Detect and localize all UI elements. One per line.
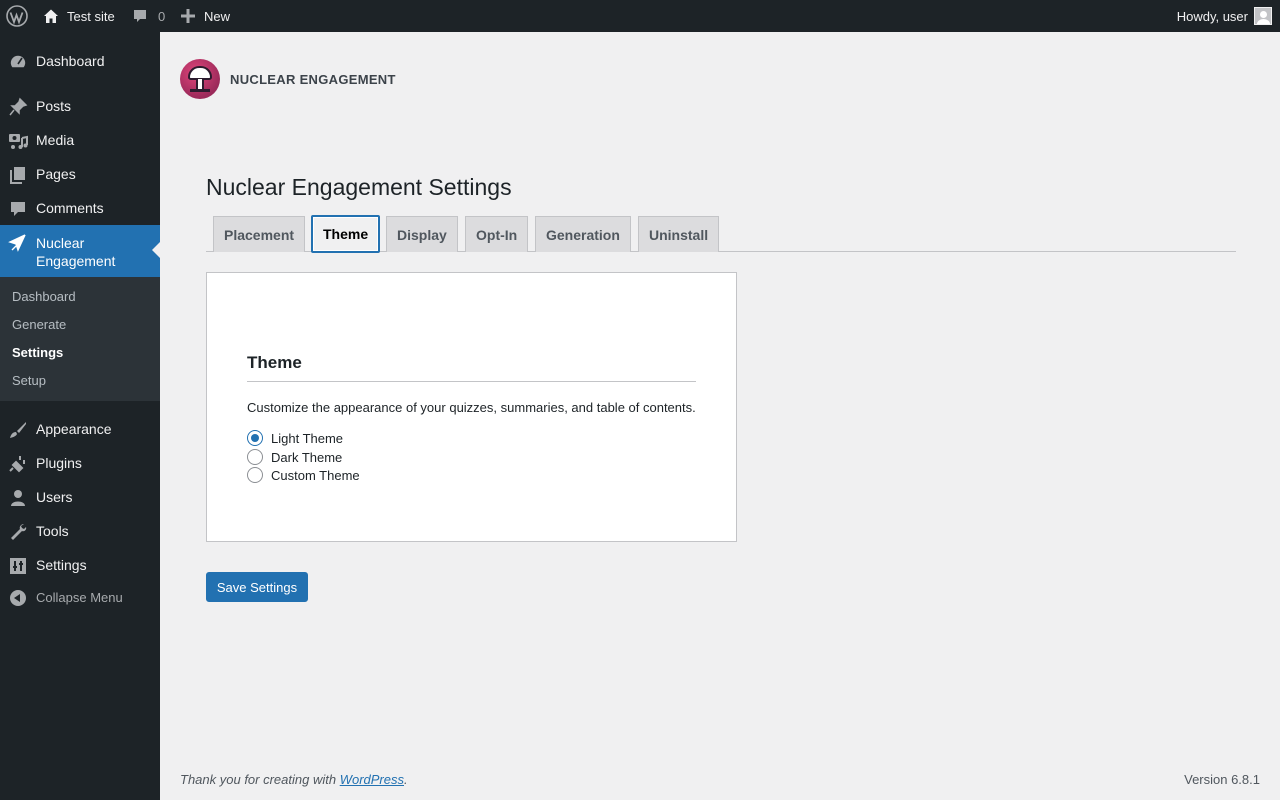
sidebar-item-label: Posts xyxy=(36,98,72,114)
submenu-item-dashboard[interactable]: Dashboard xyxy=(12,289,76,304)
plugin-name: NUCLEAR ENGAGEMENT xyxy=(230,71,396,87)
section-description: Customize the appearance of your quizzes… xyxy=(247,400,696,415)
plugin-logo-icon xyxy=(180,59,220,99)
tab-uninstall[interactable]: Uninstall xyxy=(638,216,720,252)
pages-icon xyxy=(10,167,25,184)
submenu-item-generate[interactable]: Generate xyxy=(12,317,66,332)
submenu-item-setup[interactable]: Setup xyxy=(12,373,46,388)
tab-generation[interactable]: Generation xyxy=(535,216,631,252)
wordpress-link[interactable]: WordPress xyxy=(340,772,404,787)
site-link[interactable]: Test site xyxy=(42,0,115,32)
radio-light-theme[interactable]: Light Theme xyxy=(247,429,343,447)
new-content-link[interactable]: New xyxy=(181,0,230,32)
footer-thanks: Thank you for creating with WordPress. xyxy=(180,772,408,787)
settings-tabs: Placement Theme Display Opt-In Generatio… xyxy=(206,215,1236,253)
version-text: Version 6.8.1 xyxy=(1184,772,1260,787)
divider xyxy=(247,381,696,382)
media-icon xyxy=(9,134,28,149)
sidebar-item-label: Media xyxy=(36,132,75,148)
comment-icon xyxy=(134,10,146,22)
wordpress-logo-icon[interactable] xyxy=(6,0,28,32)
theme-panel: Theme Customize the appearance of your q… xyxy=(206,272,737,542)
sidebar-item-settings[interactable]: Settings xyxy=(0,548,160,582)
sidebar-item-dashboard[interactable]: Dashboard xyxy=(0,44,160,78)
footer-thanks-prefix: Thank you for creating with xyxy=(180,772,340,787)
tab-display[interactable]: Display xyxy=(386,216,458,252)
radio-button[interactable] xyxy=(247,467,263,483)
brush-icon xyxy=(10,422,26,438)
account-menu[interactable]: Howdy, user xyxy=(1177,0,1272,32)
user-icon xyxy=(11,490,25,506)
submenu-item-settings[interactable]: Settings xyxy=(12,345,63,360)
sidebar-item-label: Comments xyxy=(36,200,104,216)
collapse-label: Collapse Menu xyxy=(36,590,123,605)
tab-theme[interactable]: Theme xyxy=(311,215,381,253)
wrench-icon xyxy=(11,524,27,540)
sidebar-item-comments[interactable]: Comments xyxy=(0,191,160,225)
collapse-icon xyxy=(10,590,26,606)
collapse-menu-button[interactable]: Collapse Menu xyxy=(0,581,160,615)
radio-label: Custom Theme xyxy=(271,467,360,483)
sidebar-item-nuclear-engagement[interactable]: Nuclear Engagement xyxy=(0,225,160,277)
radio-button[interactable] xyxy=(247,449,263,465)
admin-sidebar: Dashboard Posts Media Pages Comments Nuc… xyxy=(0,32,160,800)
plus-icon xyxy=(181,9,195,23)
radio-button[interactable] xyxy=(247,430,263,446)
new-label: New xyxy=(204,8,231,24)
sidebar-item-posts[interactable]: Posts xyxy=(0,89,160,123)
sidebar-item-label: Pages xyxy=(36,166,76,182)
radio-custom-theme[interactable]: Custom Theme xyxy=(247,466,360,484)
comment-icon xyxy=(11,202,25,216)
sidebar-item-appearance[interactable]: Appearance xyxy=(0,412,160,446)
tab-opt-in[interactable]: Opt-In xyxy=(465,216,529,252)
sidebar-item-label: Nuclear Engagement xyxy=(36,235,116,269)
sidebar-item-label: Appearance xyxy=(36,421,112,437)
page-title: Nuclear Engagement Settings xyxy=(206,174,512,200)
sidebar-item-plugins[interactable]: Plugins xyxy=(0,446,160,480)
admin-bar: Test site 0 New Howdy, user xyxy=(0,0,1280,32)
site-name: Test site xyxy=(67,8,115,24)
sidebar-item-label: Users xyxy=(36,489,73,505)
radio-dark-theme[interactable]: Dark Theme xyxy=(247,448,342,466)
sidebar-item-users[interactable]: Users xyxy=(0,480,160,514)
pin-icon xyxy=(9,97,28,116)
tab-placement[interactable]: Placement xyxy=(213,216,306,252)
radio-label: Light Theme xyxy=(271,430,344,446)
current-indicator xyxy=(152,242,160,258)
sidebar-item-label: Dashboard xyxy=(36,53,105,69)
plug-icon xyxy=(9,456,25,473)
avatar xyxy=(1254,7,1272,25)
plugin-header: NUCLEAR ENGAGEMENT xyxy=(180,59,396,99)
footer-thanks-suffix: . xyxy=(404,772,408,787)
howdy-text: Howdy, user xyxy=(1176,8,1248,24)
sidebar-item-tools[interactable]: Tools xyxy=(0,514,160,548)
section-heading: Theme xyxy=(247,353,302,372)
home-icon xyxy=(44,9,58,23)
plane-icon xyxy=(8,234,26,252)
radio-label: Dark Theme xyxy=(271,449,343,465)
dashboard-icon xyxy=(9,54,27,69)
comments-count: 0 xyxy=(158,8,166,24)
submenu: Dashboard Generate Settings Setup xyxy=(0,277,160,401)
sidebar-item-pages[interactable]: Pages xyxy=(0,157,160,191)
sidebar-item-label: Tools xyxy=(36,523,69,539)
sidebar-item-label: Plugins xyxy=(36,455,82,471)
save-settings-button[interactable]: Save Settings xyxy=(206,572,308,602)
comments-link[interactable]: 0 xyxy=(132,0,165,32)
sidebar-item-media[interactable]: Media xyxy=(0,123,160,157)
settings-icon xyxy=(10,558,26,574)
sidebar-item-label: Settings xyxy=(36,557,87,573)
